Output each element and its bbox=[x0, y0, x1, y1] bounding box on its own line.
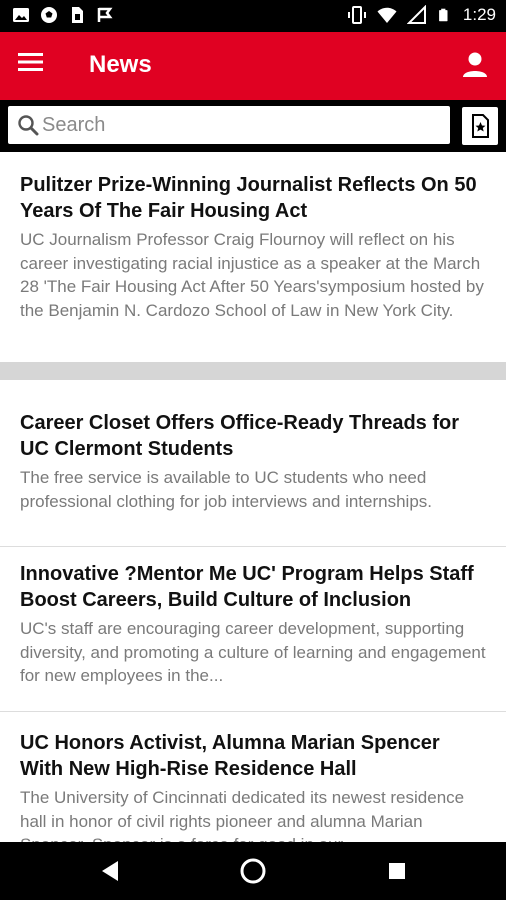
back-icon bbox=[102, 861, 118, 881]
sim-card-icon bbox=[72, 7, 83, 23]
search-icon bbox=[18, 115, 39, 136]
news-summary: The free service is available to UC stud… bbox=[20, 468, 433, 511]
recents-button[interactable] bbox=[382, 856, 412, 886]
news-summary: UC's staff are encouraging career develo… bbox=[20, 619, 486, 685]
vibrate-icon bbox=[347, 6, 366, 24]
menu-button[interactable] bbox=[18, 52, 52, 80]
search-input[interactable] bbox=[42, 110, 442, 140]
soccer-ball-icon bbox=[41, 7, 57, 23]
profile-button[interactable] bbox=[460, 50, 490, 80]
bookmark-star-icon bbox=[472, 114, 489, 138]
status-time: 1:29 bbox=[462, 5, 496, 24]
no-signal-icon bbox=[406, 5, 426, 24]
news-title: Innovative ?Mentor Me UC' Program Helps … bbox=[20, 563, 474, 611]
news-summary: UC Journalism Professor Craig Flournoy w… bbox=[20, 230, 484, 320]
home-icon bbox=[240, 858, 266, 884]
news-title: Career Closet Offers Office-Ready Thread… bbox=[20, 412, 460, 460]
status-bar: 1:29 bbox=[0, 0, 506, 32]
battery-icon bbox=[439, 8, 448, 22]
saved-articles-button[interactable] bbox=[462, 107, 498, 145]
news-list: Pulitzer Prize-Winning Journalist Reflec… bbox=[0, 152, 506, 912]
person-icon bbox=[463, 52, 487, 77]
news-item[interactable]: Pulitzer Prize-Winning Journalist Reflec… bbox=[0, 152, 506, 362]
app-bar: News bbox=[0, 32, 506, 100]
news-item[interactable]: Career Closet Offers Office-Ready Thread… bbox=[0, 380, 506, 546]
news-item[interactable]: Innovative ?Mentor Me UC' Program Helps … bbox=[0, 547, 506, 711]
search-box[interactable] bbox=[8, 106, 450, 144]
back-button[interactable] bbox=[96, 856, 126, 886]
wifi-icon bbox=[377, 7, 397, 23]
page-title: News bbox=[89, 51, 152, 78]
recents-icon bbox=[389, 863, 405, 879]
news-title: Pulitzer Prize-Winning Journalist Reflec… bbox=[20, 174, 477, 222]
image-icon bbox=[13, 8, 29, 22]
news-title: UC Honors Activist, Alumna Marian Spence… bbox=[20, 732, 440, 780]
home-button[interactable] bbox=[238, 856, 268, 886]
search-bar bbox=[0, 100, 506, 152]
system-nav-bar bbox=[0, 842, 506, 900]
hamburger-menu-icon bbox=[18, 53, 43, 71]
flag-icon bbox=[97, 7, 113, 22]
section-divider bbox=[0, 362, 506, 380]
